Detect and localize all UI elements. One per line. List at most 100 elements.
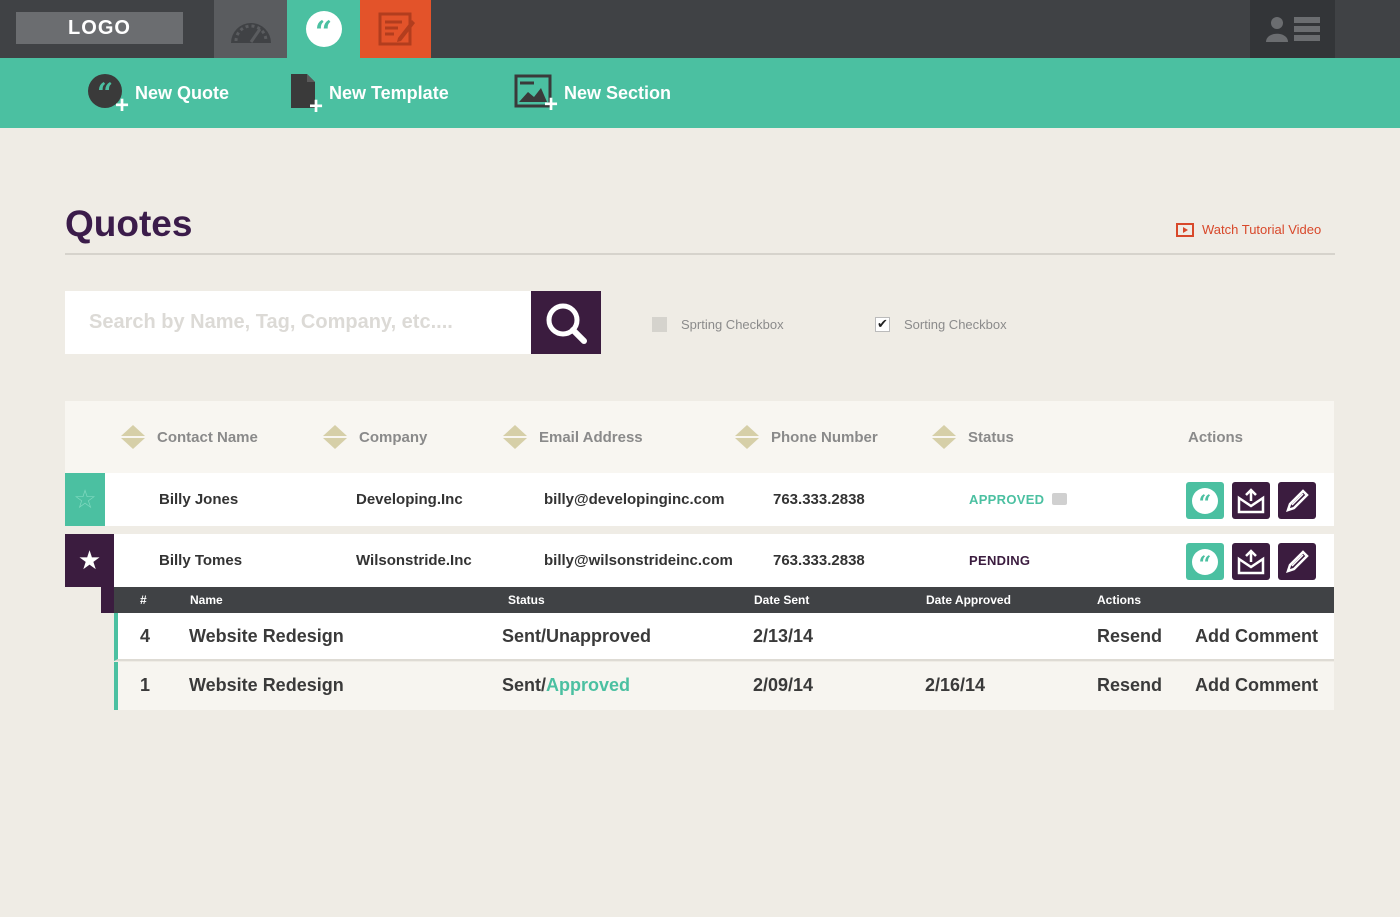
new-section-button[interactable]: + New Section <box>514 58 671 128</box>
resend-link[interactable]: Resend <box>1097 613 1162 659</box>
sort-icon[interactable] <box>932 425 956 449</box>
user-menu[interactable] <box>1250 0 1335 58</box>
favorite-star-outline-icon[interactable]: ☆ <box>65 473 105 526</box>
title-divider <box>65 253 1335 255</box>
column-header-status[interactable]: Status <box>932 401 1014 473</box>
email-address: billy@developinginc.com <box>544 491 725 508</box>
send-mail-button[interactable] <box>1232 482 1270 519</box>
column-header-phone[interactable]: Phone Number <box>735 401 878 473</box>
table-header: Contact Name Company Email Address Phone… <box>65 401 1334 473</box>
quote-name: Website Redesign <box>189 626 344 646</box>
subtable-col-actions: Actions <box>1097 593 1142 607</box>
date-sent: 2/09/14 <box>753 675 814 695</box>
edit-button[interactable] <box>1278 543 1316 580</box>
add-comment-link[interactable]: Add Comment <box>1195 662 1318 708</box>
subtable-header: # Name Status Date Sent Date Approved Ac… <box>114 587 1334 613</box>
subtable-col-status: Status <box>508 593 545 607</box>
comment-icon[interactable] <box>1052 493 1068 506</box>
speedometer-icon <box>230 23 271 43</box>
view-quote-button[interactable]: “ <box>1186 543 1224 580</box>
mail-send-icon <box>1237 487 1265 513</box>
status-prefix: Sent/ <box>502 675 547 695</box>
column-label: Email Address <box>539 428 643 446</box>
action-bar: “ + New Quote + New Template + New Secti… <box>0 58 1400 128</box>
company-name: Developing.Inc <box>356 491 463 508</box>
tutorial-label: Watch Tutorial Video <box>1202 222 1322 237</box>
mail-send-icon <box>1237 548 1265 574</box>
search-input[interactable] <box>65 291 531 354</box>
date-sent: 2/13/14 <box>753 626 814 646</box>
favorite-star-filled-icon[interactable]: ★ <box>65 534 114 587</box>
status-badge: APPROVED <box>969 492 1045 507</box>
column-header-company[interactable]: Company <box>323 401 427 473</box>
new-quote-icon: “ + <box>87 73 129 117</box>
table-row[interactable]: ☆ Billy Jones Developing.Inc billy@devel… <box>65 473 1334 526</box>
column-header-email[interactable]: Email Address <box>503 401 643 473</box>
video-play-icon <box>1176 222 1194 237</box>
column-label: Actions <box>1188 428 1244 446</box>
send-mail-button[interactable] <box>1232 543 1270 580</box>
new-section-icon: + <box>514 74 558 116</box>
sorting-checkbox[interactable]: ✔ Sorting Checkbox <box>875 317 1007 332</box>
sort-icon[interactable] <box>323 425 347 449</box>
sort-icon[interactable] <box>735 425 759 449</box>
page-title: Quotes <box>65 203 193 244</box>
checkbox-label: Sorting Checkbox <box>904 317 1007 332</box>
new-template-button[interactable]: + New Template <box>289 58 449 128</box>
subtable-col-num: # <box>140 593 147 607</box>
watch-tutorial-link[interactable]: Watch Tutorial Video <box>1176 222 1321 237</box>
status-cell: APPROVED <box>969 473 1068 526</box>
view-quote-button[interactable]: “ <box>1186 482 1224 519</box>
new-section-label: New Section <box>564 82 672 103</box>
table-row[interactable]: ★ Billy Tomes Wilsonstride.Inc billy@wil… <box>65 534 1334 587</box>
nav-tab-documents[interactable] <box>360 0 431 58</box>
status-suffix: Unapproved <box>546 626 652 646</box>
pencil-icon <box>1286 549 1309 573</box>
column-header-actions: Actions <box>1188 401 1243 473</box>
contact-name: Billy Jones <box>159 491 239 508</box>
column-label: Status <box>968 428 1014 446</box>
resend-link[interactable]: Resend <box>1097 662 1162 708</box>
status-suffix: Approved <box>546 675 631 695</box>
search-icon <box>546 303 587 344</box>
subtable-connector <box>101 587 114 613</box>
contact-name: Billy Tomes <box>159 552 243 569</box>
list-icon <box>1293 17 1320 41</box>
quote-number: 1 <box>140 675 151 695</box>
quote-status: Sent/Unapproved <box>502 613 651 659</box>
column-label: Contact Name <box>157 428 258 446</box>
logo[interactable]: LOGO <box>16 12 183 44</box>
subtable-row[interactable]: 1 Website Redesign Sent/Approved 2/09/14… <box>114 662 1334 710</box>
column-header-contact[interactable]: Contact Name <box>121 401 258 473</box>
new-quote-label: New Quote <box>135 82 230 103</box>
add-comment-link[interactable]: Add Comment <box>1195 613 1318 659</box>
status-prefix: Sent/ <box>502 626 547 646</box>
new-template-label: New Template <box>329 82 449 103</box>
sort-icon[interactable] <box>121 425 145 449</box>
pencil-icon <box>1286 488 1309 512</box>
nav-tab-dashboard[interactable] <box>214 0 287 58</box>
quote-name: Website Redesign <box>189 675 344 695</box>
checkbox-unchecked[interactable] <box>652 317 667 332</box>
sort-icon[interactable] <box>503 425 527 449</box>
quote-icon: “ <box>305 11 342 50</box>
user-icon <box>1265 17 1288 42</box>
subtable-row[interactable]: 4 Website Redesign Sent/Unapproved 2/13/… <box>114 613 1334 661</box>
quote-status: Sent/Approved <box>502 662 630 708</box>
quote-number: 4 <box>140 626 151 646</box>
document-edit-icon <box>378 12 415 46</box>
company-name: Wilsonstride.Inc <box>356 552 472 569</box>
checkbox-checked[interactable]: ✔ <box>875 317 890 332</box>
subtable-col-date-approved: Date Approved <box>926 593 1011 607</box>
nav-tab-quotes[interactable]: “ <box>287 0 360 58</box>
sprting-checkbox[interactable]: Sprting Checkbox <box>652 317 784 332</box>
subtable-col-name: Name <box>190 593 223 607</box>
new-quote-button[interactable]: “ + New Quote <box>87 58 229 128</box>
status-badge: PENDING <box>969 553 1031 568</box>
checkbox-label: Sprting Checkbox <box>681 317 784 332</box>
search-button[interactable] <box>531 291 601 354</box>
date-approved: 2/16/14 <box>925 675 986 695</box>
column-label: Company <box>359 428 428 446</box>
svg-text:“: “ <box>97 77 113 109</box>
edit-button[interactable] <box>1278 482 1316 519</box>
